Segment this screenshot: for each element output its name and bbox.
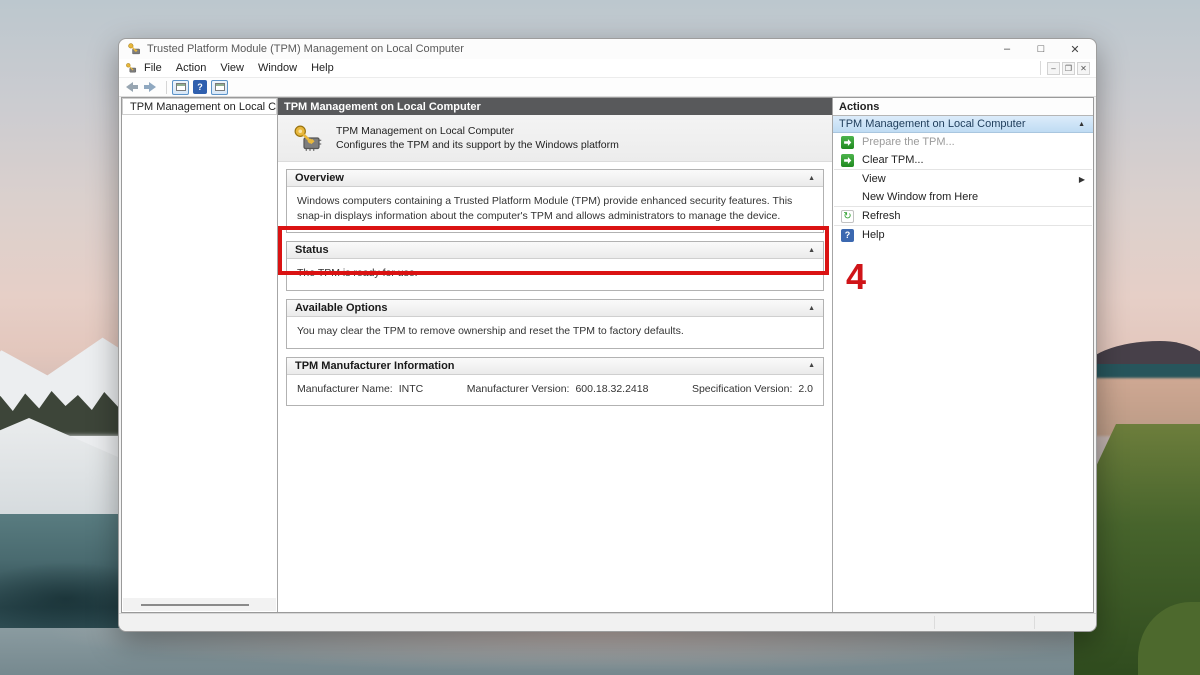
results-pane: TPM Management on Local Computer TPM Man… (278, 98, 833, 612)
console-body: TPM Management on Local Comp TPM Managem… (121, 97, 1094, 613)
wallpaper-water (0, 628, 1200, 675)
help-icon: ? (841, 228, 854, 242)
scrollbar-thumb[interactable] (141, 604, 249, 606)
action-refresh[interactable]: ↻ Refresh (833, 207, 1093, 225)
statusbar-separator (1034, 616, 1035, 629)
actions-group-row[interactable]: TPM Management on Local Computer ▲ (833, 116, 1093, 133)
specification-version-field: Specification Version: 2.0 (691, 382, 813, 395)
overview-title: Overview (295, 172, 344, 184)
available-options-title: Available Options (295, 302, 388, 315)
titlebar[interactable]: Trusted Platform Module (TPM) Management… (119, 39, 1096, 59)
maximize-button[interactable]: □ (1024, 39, 1058, 59)
collapse-icon[interactable]: ▲ (1078, 121, 1085, 128)
tpm-key-icon (128, 43, 140, 55)
console-key-icon (126, 63, 137, 73)
action-view[interactable]: View ▶ (833, 170, 1093, 188)
menu-bar: File Action View Window Help (119, 59, 1096, 78)
console-tree-pane: TPM Management on Local Comp (122, 98, 278, 612)
submenu-arrow-icon: ▶ (1078, 174, 1085, 184)
show-action-pane-icon[interactable] (211, 79, 228, 95)
menu-file[interactable]: File (137, 60, 169, 76)
manufacturer-section: TPM Manufacturer Information ▲ Manufactu… (286, 356, 824, 407)
manufacturer-name-field: Manufacturer Name: INTC (297, 382, 424, 395)
child-minimize-button[interactable]: – (1047, 61, 1060, 75)
toolbar-separator (166, 80, 167, 94)
available-options-header[interactable]: Available Options ▲ (287, 300, 823, 318)
snapin-banner: TPM Management on Local Computer Configu… (278, 115, 832, 162)
overview-header[interactable]: Overview ▲ (287, 170, 823, 187)
action-prepare-tpm[interactable]: Prepare the TPM... (833, 133, 1093, 151)
actions-group-title: TPM Management on Local Computer (839, 118, 1026, 130)
action-clear-tpm[interactable]: Clear TPM... (833, 151, 1093, 169)
toolbar: ? (119, 78, 1096, 97)
child-close-button[interactable]: ✕ (1077, 61, 1090, 75)
tree-horizontal-scrollbar[interactable] (123, 598, 276, 611)
show-console-tree-icon[interactable] (172, 79, 189, 95)
tree-root-label: TPM Management on Local Comp (130, 100, 277, 113)
actions-pane: Actions TPM Management on Local Computer… (833, 98, 1093, 612)
manufacturer-body: Manufacturer Name: INTC Manufacturer Vers… (287, 375, 823, 406)
menu-help[interactable]: Help (304, 60, 341, 76)
manufacturer-version-field: Manufacturer Version: 600.18.32.2418 (466, 382, 649, 395)
tpm-banner-icon (294, 125, 322, 151)
action-help[interactable]: ? Help (833, 226, 1093, 244)
refresh-icon: ↻ (841, 209, 854, 223)
back-icon[interactable] (125, 81, 139, 93)
toolbar-help-icon[interactable]: ? (193, 80, 207, 94)
available-options-body: You may clear the TPM to remove ownershi… (297, 325, 684, 338)
collapse-icon[interactable]: ▲ (808, 175, 815, 182)
action-new-window[interactable]: New Window from Here (833, 188, 1093, 206)
annotation-highlight-box (278, 226, 829, 275)
menu-action[interactable]: Action (169, 60, 214, 76)
child-restore-button[interactable]: ❐ (1062, 61, 1075, 75)
child-window-controls: – ❐ ✕ (1040, 61, 1090, 75)
close-button[interactable]: ✕ (1058, 39, 1092, 59)
tree-root-item[interactable]: TPM Management on Local Comp (122, 98, 277, 115)
menu-window[interactable]: Window (251, 60, 304, 76)
status-bar (119, 613, 1096, 631)
banner-subtitle: Configures the TPM and its support by th… (336, 139, 619, 151)
forward-icon[interactable] (143, 81, 157, 93)
manufacturer-header[interactable]: TPM Manufacturer Information ▲ (287, 357, 823, 375)
window-title: Trusted Platform Module (TPM) Management… (147, 43, 464, 55)
collapse-icon[interactable]: ▲ (808, 305, 815, 312)
minimize-button[interactable]: – (990, 39, 1024, 59)
green-arrow-icon (841, 135, 854, 149)
menu-view[interactable]: View (213, 60, 251, 76)
tpm-management-window: Trusted Platform Module (TPM) Management… (118, 38, 1097, 632)
manufacturer-title: TPM Manufacturer Information (295, 359, 455, 372)
overview-section: Overview ▲ Windows computers containing … (286, 169, 824, 234)
actions-header: Actions (833, 98, 1093, 116)
banner-title: TPM Management on Local Computer (336, 124, 515, 137)
green-arrow-icon (841, 153, 854, 167)
annotation-step-number: 4 (846, 256, 867, 297)
available-options-section: Available Options ▲ You may clear the TP… (286, 299, 824, 349)
collapse-icon[interactable]: ▲ (808, 362, 815, 369)
results-header: TPM Management on Local Computer (278, 98, 832, 115)
statusbar-separator (934, 616, 935, 629)
